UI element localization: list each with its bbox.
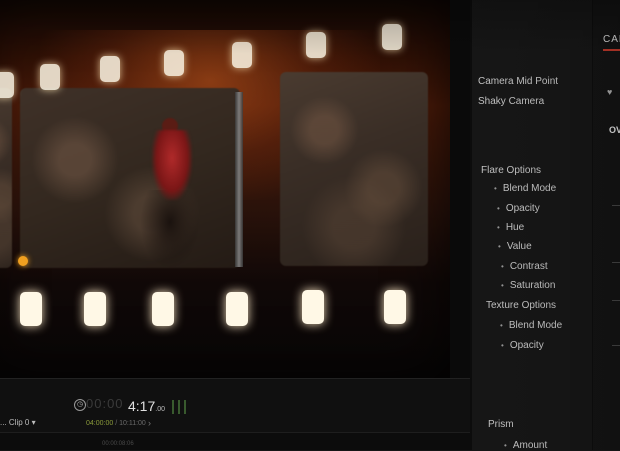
audio-meter-icon — [172, 400, 188, 414]
param-blend-mode[interactable]: Blend Mode — [494, 183, 556, 194]
param-flare-options[interactable]: Flare Options — [481, 165, 541, 176]
sprocket-hole — [306, 32, 326, 58]
video-frame — [0, 0, 450, 378]
tab-camera[interactable]: CAM — [603, 34, 620, 45]
param-contrast[interactable]: Contrast — [501, 261, 548, 272]
param-amount[interactable]: Amount — [504, 440, 547, 451]
film-frame-center — [20, 88, 240, 268]
param-hue[interactable]: Hue — [497, 222, 524, 233]
param-opacity[interactable]: Opacity — [497, 203, 540, 214]
sprocket-hole — [40, 64, 60, 90]
clip-selector[interactable]: ... Clip 0 ▾ — [0, 418, 36, 427]
sprocket-hole — [100, 56, 120, 82]
sprocket-hole — [382, 24, 402, 50]
subject-figure — [152, 130, 192, 200]
param-texture-options[interactable]: Texture Options — [486, 300, 556, 311]
sprocket-hole — [20, 292, 42, 326]
sprocket-hole — [0, 72, 14, 98]
sprocket-hole — [302, 290, 324, 324]
sprocket-hole — [84, 292, 106, 326]
film-frame-left — [0, 88, 12, 268]
param-value[interactable]: Value — [498, 241, 532, 252]
param-opacity[interactable]: Opacity — [501, 340, 544, 351]
slider-tick — [612, 205, 620, 206]
sprocket-hole — [164, 50, 184, 76]
next-clip-arrow-icon[interactable]: › — [148, 418, 151, 428]
sprocket-hole — [384, 290, 406, 324]
slider-tick — [612, 262, 620, 263]
param-blend-mode[interactable]: Blend Mode — [500, 320, 562, 331]
record-indicator-icon — [18, 256, 28, 266]
sprocket-hole — [226, 292, 248, 326]
timecode-main: 4:17 — [128, 398, 156, 414]
ruler-mark: 00:00:08:06 — [102, 441, 134, 447]
timecode-faded: 00:00 — [86, 396, 124, 411]
heart-icon[interactable]: ♥ — [607, 87, 612, 97]
film-frame-right — [280, 72, 428, 266]
timecode-frames: .00 — [155, 406, 165, 413]
param-camera-mid-point[interactable]: Camera Mid Point — [478, 76, 558, 87]
param-prism[interactable]: Prism — [488, 419, 514, 430]
timecode-clock-icon[interactable]: ◷ — [74, 399, 86, 411]
chevron-down-icon: ▾ — [31, 418, 36, 427]
controls-strip — [592, 0, 620, 450]
clip-timecode: 04:00:00 / 10:11:00 — [86, 420, 146, 427]
inspector-panel: Camera Mid Point Shaky Camera Flare Option… — [472, 0, 592, 451]
param-saturation[interactable]: Saturation — [501, 280, 556, 291]
active-tab-indicator — [603, 49, 620, 51]
clip-name: ... Clip 0 — [0, 418, 30, 427]
clip-tc-in: 04:00:00 — [86, 420, 114, 427]
section-label: OV — [609, 125, 620, 135]
slider-tick — [612, 345, 620, 346]
clip-tc-out: / 10:11:00 — [115, 420, 146, 427]
slider-tick — [612, 300, 620, 301]
video-viewer[interactable]: ◷ 00:00 4:17.00 ... Clip 0 ▾ 04:00:00 / … — [0, 0, 470, 450]
pole — [235, 92, 243, 267]
timeline-ruler[interactable] — [0, 432, 470, 450]
sprocket-hole — [152, 292, 174, 326]
timecode-display[interactable]: 4:17.00 — [128, 398, 165, 414]
param-shaky-camera[interactable]: Shaky Camera — [478, 96, 544, 107]
sprocket-hole — [232, 42, 252, 68]
subject-shadow — [140, 190, 200, 270]
